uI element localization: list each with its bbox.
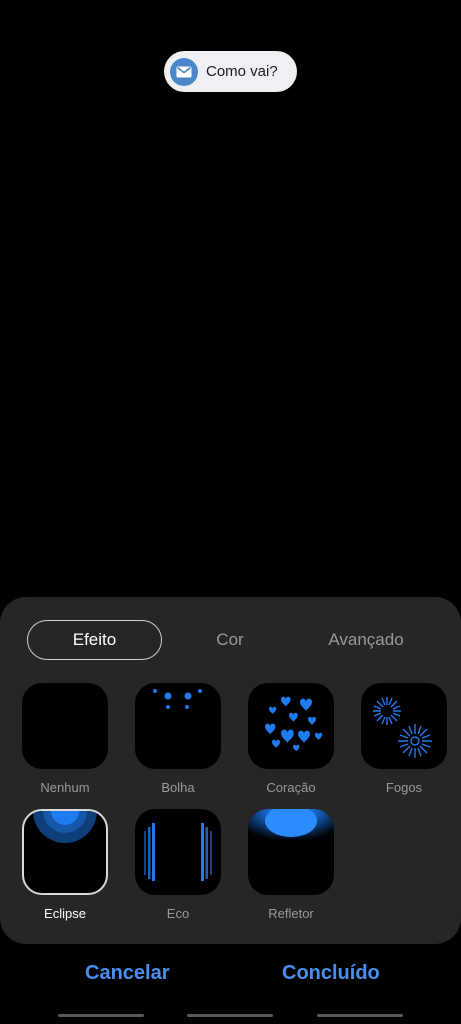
spotlight-icon bbox=[248, 809, 334, 895]
effect-label: Eclipse bbox=[44, 906, 86, 921]
effect-label: Refletor bbox=[268, 906, 314, 921]
nav-bar-handle bbox=[317, 1014, 403, 1017]
tab-bar: Efeito Cor Avançado bbox=[0, 620, 461, 660]
effect-label: Bolha bbox=[161, 780, 195, 795]
nenhum-thumbnail bbox=[22, 683, 108, 769]
cancel-button[interactable]: Cancelar bbox=[85, 962, 170, 985]
nav-bar-handle bbox=[58, 1014, 144, 1017]
echo-icon bbox=[135, 809, 221, 895]
done-button[interactable]: Concluído bbox=[282, 962, 380, 985]
notification-preview: Como vai? bbox=[164, 51, 297, 92]
effect-nenhum[interactable]: Nenhum bbox=[22, 683, 108, 795]
tab-avancado[interactable]: Avançado bbox=[310, 620, 422, 660]
effect-eclipse[interactable]: Eclipse bbox=[22, 809, 108, 921]
notification-text: Como vai? bbox=[206, 63, 278, 80]
tab-efeito[interactable]: Efeito bbox=[27, 620, 162, 660]
effect-fogos[interactable]: Fogos bbox=[361, 683, 447, 795]
edge-lighting-panel: Efeito Cor Avançado Nenhum Bolha Coração… bbox=[0, 597, 461, 944]
eclipse-icon bbox=[22, 809, 108, 895]
effect-label: Nenhum bbox=[40, 780, 90, 795]
envelope-icon bbox=[170, 57, 198, 86]
bubble-icon bbox=[135, 683, 221, 769]
nav-bar-handle bbox=[187, 1014, 273, 1017]
effect-eco[interactable]: Eco bbox=[135, 809, 221, 921]
effect-coracao[interactable]: Coração bbox=[248, 683, 334, 795]
effect-label: Fogos bbox=[385, 780, 423, 795]
hearts-icon bbox=[248, 683, 334, 769]
effect-label: Eco bbox=[166, 906, 190, 921]
effect-refletor[interactable]: Refletor bbox=[248, 809, 334, 921]
tab-cor[interactable]: Cor bbox=[190, 620, 270, 660]
effect-bolha[interactable]: Bolha bbox=[135, 683, 221, 795]
fireworks-icon bbox=[361, 683, 447, 769]
effect-label: Coração bbox=[266, 780, 316, 795]
